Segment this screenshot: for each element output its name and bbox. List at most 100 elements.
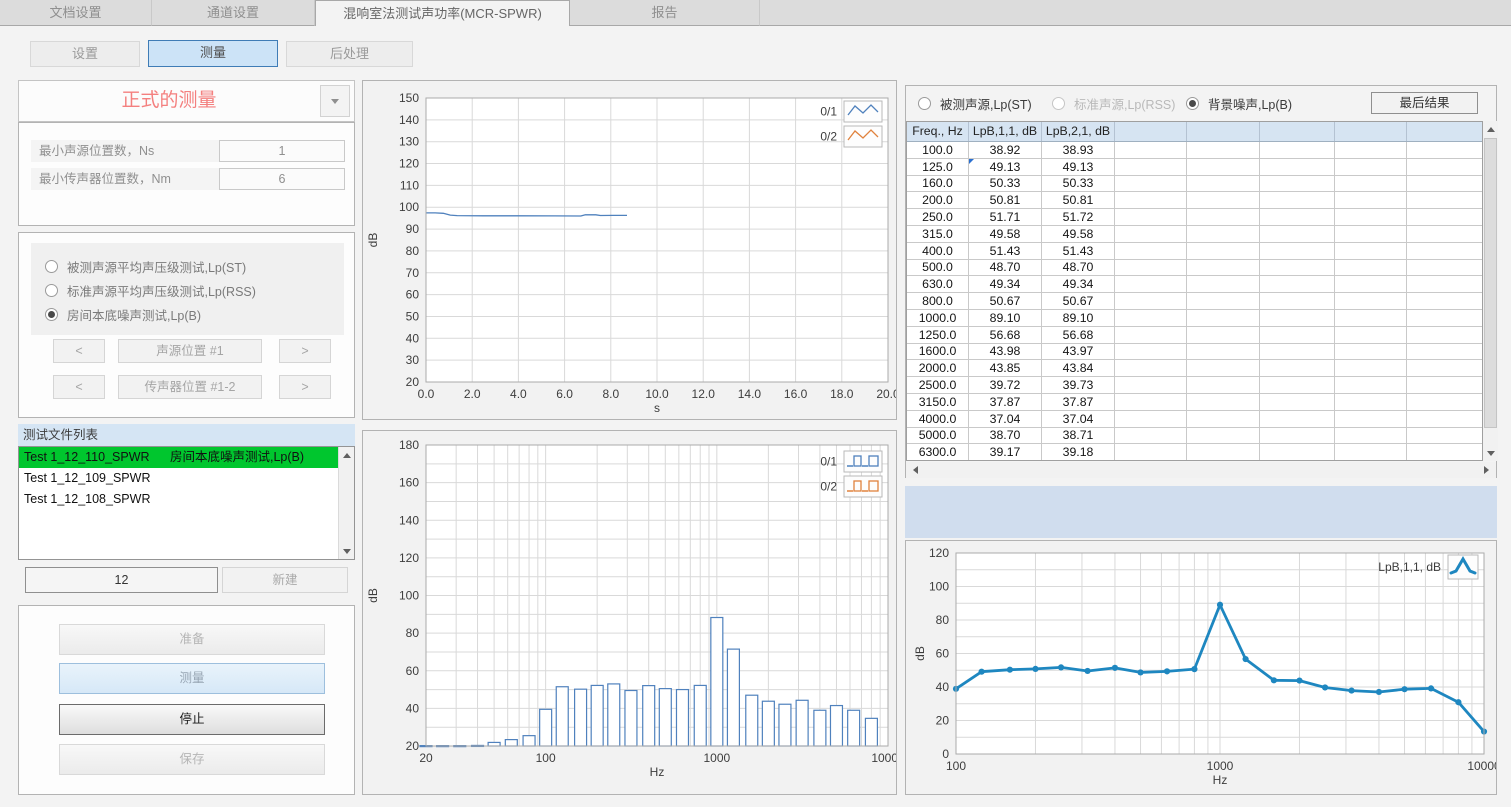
table-cell[interactable] (1115, 243, 1187, 259)
scroll-up-icon[interactable] (339, 447, 354, 463)
table-cell[interactable] (1115, 344, 1187, 360)
table-cell[interactable]: 43.85 (969, 360, 1042, 376)
table-cell[interactable] (1115, 428, 1187, 444)
measurement-mode-combobox[interactable]: 正式的测量 (18, 80, 355, 122)
table-cell[interactable] (1407, 293, 1482, 309)
source-next-button[interactable]: > (279, 339, 331, 363)
scrollbar-thumb[interactable] (1484, 138, 1497, 428)
combobox-dropdown-button[interactable] (320, 85, 350, 117)
table-cell[interactable]: 50.81 (969, 192, 1042, 208)
table-cell[interactable] (1260, 192, 1335, 208)
table-cell[interactable] (1187, 209, 1260, 225)
table-cell[interactable] (1335, 192, 1407, 208)
table-cell[interactable] (1187, 344, 1260, 360)
table-cell[interactable] (1407, 159, 1482, 175)
table-row[interactable]: 6300.039.1739.18 (907, 444, 1482, 460)
table-cell[interactable] (1187, 159, 1260, 175)
radio-result-lp-st[interactable]: 被测声源,Lp(ST) (918, 94, 1032, 113)
subtab-settings[interactable]: 设置 (30, 41, 140, 67)
table-row[interactable]: 630.049.3449.34 (907, 276, 1482, 293)
table-cell[interactable]: 51.43 (1042, 243, 1115, 259)
table-cell[interactable] (1187, 411, 1260, 427)
table-cell[interactable]: 1600.0 (907, 344, 969, 360)
table-cell[interactable]: 630.0 (907, 276, 969, 292)
table-cell[interactable]: 37.87 (1042, 394, 1115, 410)
table-cell[interactable] (1407, 327, 1482, 343)
table-cell[interactable] (1335, 276, 1407, 292)
prepare-button[interactable]: 准备 (59, 624, 325, 655)
table-cell[interactable]: 49.58 (969, 226, 1042, 242)
table-cell[interactable]: 50.33 (1042, 176, 1115, 192)
table-cell[interactable]: 38.92 (969, 142, 1042, 158)
table-cell[interactable]: 1000.0 (907, 310, 969, 326)
mic-prev-button[interactable]: < (53, 375, 105, 399)
table-cell[interactable]: 125.0 (907, 159, 969, 175)
table-cell[interactable]: 38.71 (1042, 428, 1115, 444)
source-position-button[interactable]: 声源位置 #1 (118, 339, 262, 363)
table-cell[interactable]: 38.93 (1042, 142, 1115, 158)
table-cell[interactable] (1407, 310, 1482, 326)
table-cell[interactable] (1187, 226, 1260, 242)
table-cell[interactable] (1335, 260, 1407, 276)
table-cell[interactable] (1335, 360, 1407, 376)
table-cell[interactable] (1260, 226, 1335, 242)
table-row[interactable]: 1250.056.6856.68 (907, 327, 1482, 344)
table-cell[interactable] (1260, 276, 1335, 292)
table-cell[interactable] (1115, 394, 1187, 410)
table-cell[interactable] (1407, 428, 1482, 444)
table-cell[interactable]: 1250.0 (907, 327, 969, 343)
table-cell[interactable]: 49.13 (969, 159, 1042, 175)
test-file-list[interactable]: Test 1_12_110_SPWR房间本底噪声测试,Lp(B) Test 1_… (18, 446, 355, 560)
scroll-right-icon[interactable] (1479, 462, 1494, 478)
table-cell[interactable]: 500.0 (907, 260, 969, 276)
file-list-scrollbar[interactable] (338, 447, 354, 559)
table-cell[interactable] (1187, 293, 1260, 309)
table-cell[interactable]: 39.17 (969, 444, 1042, 460)
new-file-button[interactable]: 新建 (222, 567, 348, 593)
table-cell[interactable] (1260, 344, 1335, 360)
table-cell[interactable] (1260, 444, 1335, 460)
table-cell[interactable] (1260, 428, 1335, 444)
table-cell[interactable] (1335, 209, 1407, 225)
table-cell[interactable] (1407, 276, 1482, 292)
table-cell[interactable] (1115, 226, 1187, 242)
table-cell[interactable]: 37.04 (969, 411, 1042, 427)
table-cell[interactable]: 160.0 (907, 176, 969, 192)
table-cell[interactable]: 37.87 (969, 394, 1042, 410)
table-cell[interactable]: 49.58 (1042, 226, 1115, 242)
table-cell[interactable]: 89.10 (969, 310, 1042, 326)
table-cell[interactable]: 51.72 (1042, 209, 1115, 225)
scroll-left-icon[interactable] (908, 462, 923, 478)
tab-document-settings[interactable]: 文档设置 (0, 0, 152, 26)
table-cell[interactable] (1187, 327, 1260, 343)
table-cell[interactable] (1407, 176, 1482, 192)
table-cell[interactable] (1115, 209, 1187, 225)
table-cell[interactable] (1407, 260, 1482, 276)
table-cell[interactable]: 48.70 (969, 260, 1042, 276)
table-cell[interactable] (1187, 444, 1260, 460)
table-cell[interactable] (1115, 276, 1187, 292)
table-cell[interactable] (1260, 159, 1335, 175)
table-cell[interactable] (1260, 310, 1335, 326)
table-cell[interactable]: 37.04 (1042, 411, 1115, 427)
table-cell[interactable]: 39.72 (969, 377, 1042, 393)
table-cell[interactable] (1260, 209, 1335, 225)
radio-lp-b-test[interactable]: 房间本底噪声测试,Lp(B) (45, 302, 344, 326)
table-row[interactable]: 4000.037.0437.04 (907, 411, 1482, 428)
table-cell[interactable]: 4000.0 (907, 411, 969, 427)
table-cell[interactable] (1115, 444, 1187, 460)
subtab-measure[interactable]: 测量 (148, 40, 278, 67)
radio-result-lp-rss[interactable]: 标准声源,Lp(RSS) (1052, 94, 1175, 113)
table-row[interactable]: 500.048.7048.70 (907, 260, 1482, 277)
table-cell[interactable] (1260, 243, 1335, 259)
tab-channel-settings[interactable]: 通道设置 (152, 0, 315, 26)
table-cell[interactable] (1335, 377, 1407, 393)
list-item[interactable]: Test 1_12_108_SPWR (19, 489, 354, 510)
table-cell[interactable]: 39.73 (1042, 377, 1115, 393)
table-cell[interactable] (1187, 377, 1260, 393)
table-cell[interactable]: 49.13 (1042, 159, 1115, 175)
stop-button[interactable]: 停止 (59, 704, 325, 735)
table-cell[interactable]: 56.68 (969, 327, 1042, 343)
table-cell[interactable]: 39.18 (1042, 444, 1115, 460)
scroll-up-icon[interactable] (1483, 121, 1498, 137)
